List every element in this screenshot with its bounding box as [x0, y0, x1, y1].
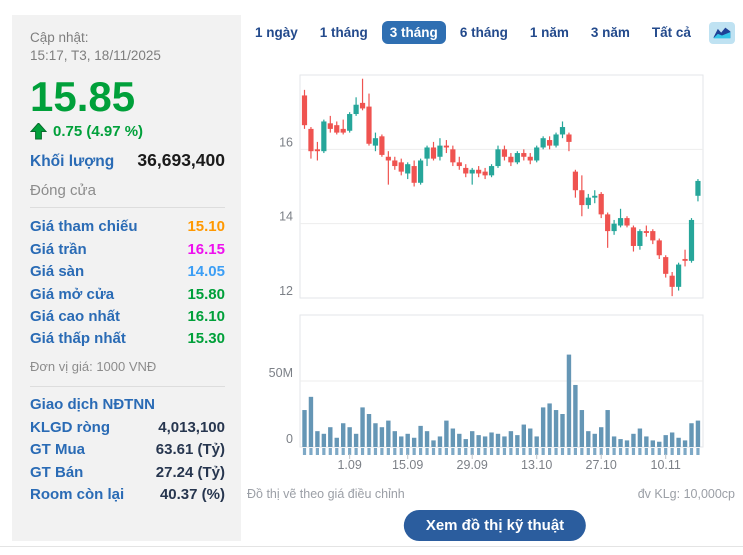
row-value: 27.24 (Tỷ) [156, 464, 225, 481]
svg-text:27.10: 27.10 [586, 458, 617, 472]
tab-3-nam[interactable]: 3 năm [583, 21, 638, 44]
stock-quote-page: Cập nhật: 15:17, T3, 18/11/2025 15.85 0.… [0, 0, 743, 555]
price-change-value: 0.75 (4.97 %) [53, 123, 143, 140]
volume-label: Khối lượng [30, 153, 114, 171]
row-label: GT Mua [30, 441, 85, 458]
price-change-row: 0.75 (4.97 %) [30, 123, 225, 140]
svg-text:50M: 50M [269, 366, 293, 380]
view-technical-chart-button[interactable]: Xem đồ thị kỹ thuật [404, 510, 586, 541]
row-label: Giá cao nhất [30, 308, 120, 325]
row-value: 40.37 (%) [160, 486, 225, 503]
up-arrow-icon [30, 123, 47, 140]
svg-text:14: 14 [279, 210, 293, 224]
row-value: 16.15 [187, 241, 225, 258]
row-value: 14.05 [187, 263, 225, 280]
price-info-rows: Giá tham chiếu 15.10 Giá trần 16.15 Giá … [30, 216, 225, 350]
row-net-foreign-volume: KLGD ròng 4,013,100 [30, 416, 225, 438]
svg-text:10.11: 10.11 [651, 458, 681, 472]
chart-section: 1 ngày 1 tháng 3 tháng 6 tháng 1 năm 3 n… [247, 0, 743, 555]
updated-label: Cập nhật: [30, 29, 225, 47]
row-highest-price: Giá cao nhất 16.10 [30, 305, 225, 327]
svg-text:16: 16 [279, 135, 293, 149]
tab-1-thang[interactable]: 1 tháng [312, 21, 376, 44]
row-open-price: Giá mở cửa 15.80 [30, 283, 225, 305]
svg-text:15.09: 15.09 [392, 458, 423, 472]
row-floor-price: Giá sàn 14.05 [30, 261, 225, 283]
svg-text:13.10: 13.10 [521, 458, 552, 472]
area-chart-icon [712, 25, 732, 41]
panel-divider [30, 207, 225, 208]
volume-value: 36,693,400 [137, 150, 225, 171]
quote-panel: Cập nhật: 15:17, T3, 18/11/2025 15.85 0.… [12, 15, 241, 541]
bottom-divider [0, 546, 743, 547]
row-label: GT Bán [30, 464, 83, 481]
price-volume-chart[interactable]: 16 14 12 50M 0 1.09 15.09 29.09 13.10 27.10 10.11 [247, 62, 743, 474]
price-unit-note: Đơn vị giá: 1000 VNĐ [30, 359, 225, 374]
row-label: Giá tham chiếu [30, 218, 138, 235]
row-value: 15.80 [187, 286, 225, 303]
updated-at: Cập nhật: 15:17, T3, 18/11/2025 [30, 29, 225, 65]
row-lowest-price: Giá thấp nhất 15.30 [30, 328, 225, 350]
tab-6-thang[interactable]: 6 tháng [452, 21, 516, 44]
adjusted-price-note: Đồ thị vẽ theo giá điều chỉnh [247, 487, 405, 501]
svg-text:0: 0 [286, 432, 293, 446]
close-section-label: Đóng cửa [30, 182, 225, 199]
tab-tat-ca[interactable]: Tất cả [644, 21, 699, 44]
updated-value: 15:17, T3, 18/11/2025 [30, 47, 225, 65]
tab-1-nam[interactable]: 1 năm [522, 21, 577, 44]
row-value: 4,013,100 [158, 419, 225, 436]
row-reference-price: Giá tham chiếu 15.10 [30, 216, 225, 238]
row-value: 15.10 [187, 218, 225, 235]
tab-1-ngay[interactable]: 1 ngày [247, 21, 306, 44]
svg-text:12: 12 [279, 284, 293, 298]
row-label: KLGD ròng [30, 419, 110, 436]
row-label: Room còn lại [30, 486, 124, 503]
panel-divider [30, 386, 225, 387]
svg-text:29.09: 29.09 [457, 458, 488, 472]
foreign-trading-header: Giao dịch NĐTNN [30, 396, 225, 413]
tab-3-thang[interactable]: 3 tháng [382, 21, 446, 44]
row-foreign-room-left: Room còn lại 40.37 (%) [30, 483, 225, 505]
volume-row: Khối lượng 36,693,400 [30, 150, 225, 171]
volume-unit-note: đv KLg: 10,000cp [638, 487, 735, 501]
foreign-trading-rows: KLGD ròng 4,013,100 GT Mua 63.61 (Tỷ) GT… [30, 416, 225, 506]
timeframe-tabs: 1 ngày 1 tháng 3 tháng 6 tháng 1 năm 3 n… [247, 21, 735, 44]
row-label: Giá thấp nhất [30, 330, 126, 347]
row-label: Giá sàn [30, 263, 84, 280]
row-label: Giá trần [30, 241, 87, 258]
row-ceiling-price: Giá trần 16.15 [30, 238, 225, 260]
row-value: 15.30 [187, 330, 225, 347]
row-foreign-sell-value: GT Bán 27.24 (Tỷ) [30, 461, 225, 483]
last-price: 15.85 [30, 75, 225, 119]
row-label: Giá mở cửa [30, 286, 114, 303]
row-value: 16.10 [187, 308, 225, 325]
row-foreign-buy-value: GT Mua 63.61 (Tỷ) [30, 438, 225, 460]
chart-type-button[interactable] [709, 22, 735, 44]
row-value: 63.61 (Tỷ) [156, 441, 225, 458]
svg-text:1.09: 1.09 [337, 458, 361, 472]
